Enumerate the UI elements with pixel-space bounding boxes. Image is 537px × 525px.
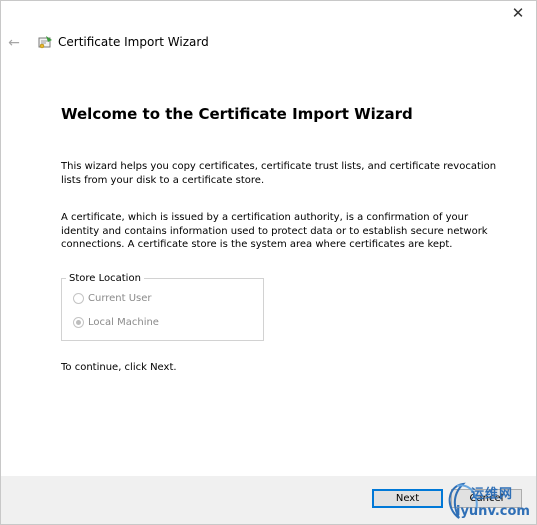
window-title: Certificate Import Wizard (58, 35, 209, 49)
continue-instruction: To continue, click Next. (61, 362, 177, 373)
local-machine-label: Local Machine (88, 317, 159, 328)
watermark-text-bottom: iyunv.com (456, 504, 530, 519)
intro-paragraph: This wizard helps you copy certificates,… (61, 161, 497, 186)
wizard-window (0, 0, 537, 525)
close-button[interactable]: ✕ (502, 0, 534, 26)
current-user-radio[interactable]: Current User (73, 293, 152, 304)
back-button[interactable]: ← (5, 34, 23, 52)
store-location-legend: Store Location (66, 272, 144, 285)
current-user-label: Current User (88, 293, 152, 304)
next-button[interactable]: Next (372, 489, 443, 508)
radio-button-checked-icon (73, 317, 84, 328)
page-heading: Welcome to the Certificate Import Wizard (61, 105, 413, 123)
back-arrow-icon: ← (8, 35, 20, 51)
close-icon: ✕ (511, 4, 525, 22)
local-machine-radio[interactable]: Local Machine (73, 317, 159, 328)
radio-button-icon (73, 293, 84, 304)
description-paragraph: A certificate, which is issued by a cert… (61, 212, 488, 250)
watermark-text-top: 运维网 (471, 487, 514, 502)
certificate-icon (38, 36, 52, 49)
store-location-group (61, 278, 264, 341)
